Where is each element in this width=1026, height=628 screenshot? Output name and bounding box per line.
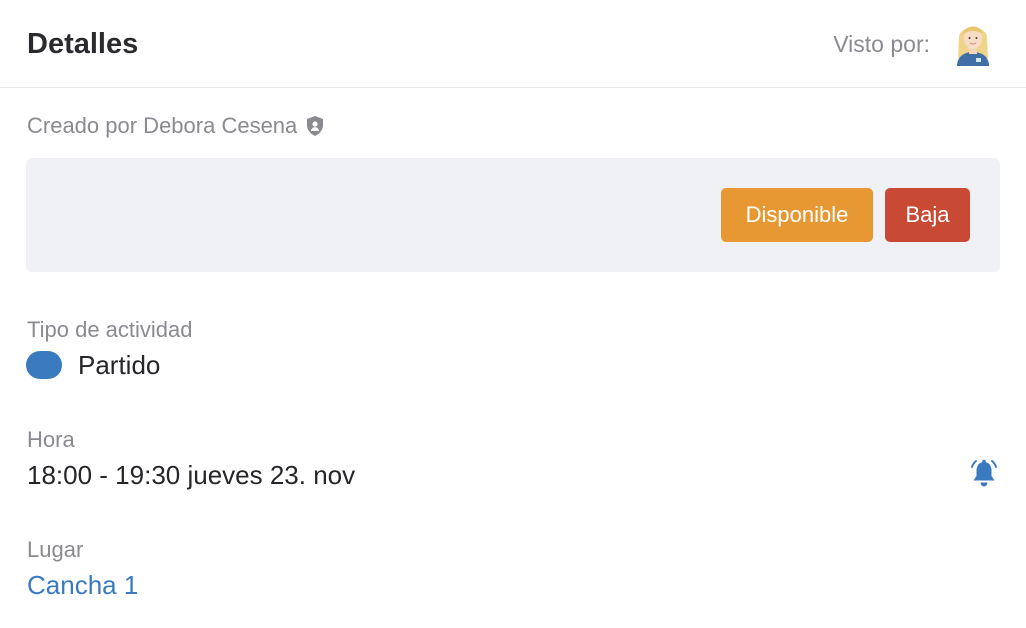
place-link[interactable]: Cancha 1	[27, 568, 138, 602]
time-value: 18:00 - 19:30 jueves 23. nov	[27, 460, 356, 490]
created-by-text: Creado por Debora Cesena	[27, 113, 298, 138]
attendance-panel: Disponible Baja	[26, 158, 1000, 272]
activity-type-row: Partido	[26, 348, 160, 382]
seen-by-label: Visto por:	[833, 31, 930, 57]
avatar[interactable]	[951, 18, 995, 66]
activity-type-value: Partido	[78, 349, 161, 380]
activity-color-swatch	[26, 351, 62, 379]
available-button[interactable]: Disponible	[721, 188, 873, 242]
bell-icon[interactable]	[968, 458, 1000, 490]
shield-icon	[305, 115, 325, 137]
place-label: Lugar	[27, 537, 84, 562]
created-by-row: Creado por Debora Cesena	[27, 110, 325, 142]
time-label: Hora	[27, 427, 75, 452]
details-header: Detalles Visto por:	[0, 0, 1026, 88]
page-title: Detalles	[27, 28, 139, 60]
activity-type-label: Tipo de actividad	[27, 317, 193, 342]
drop-button[interactable]: Baja	[885, 188, 970, 242]
user-avatar-icon	[957, 26, 989, 66]
